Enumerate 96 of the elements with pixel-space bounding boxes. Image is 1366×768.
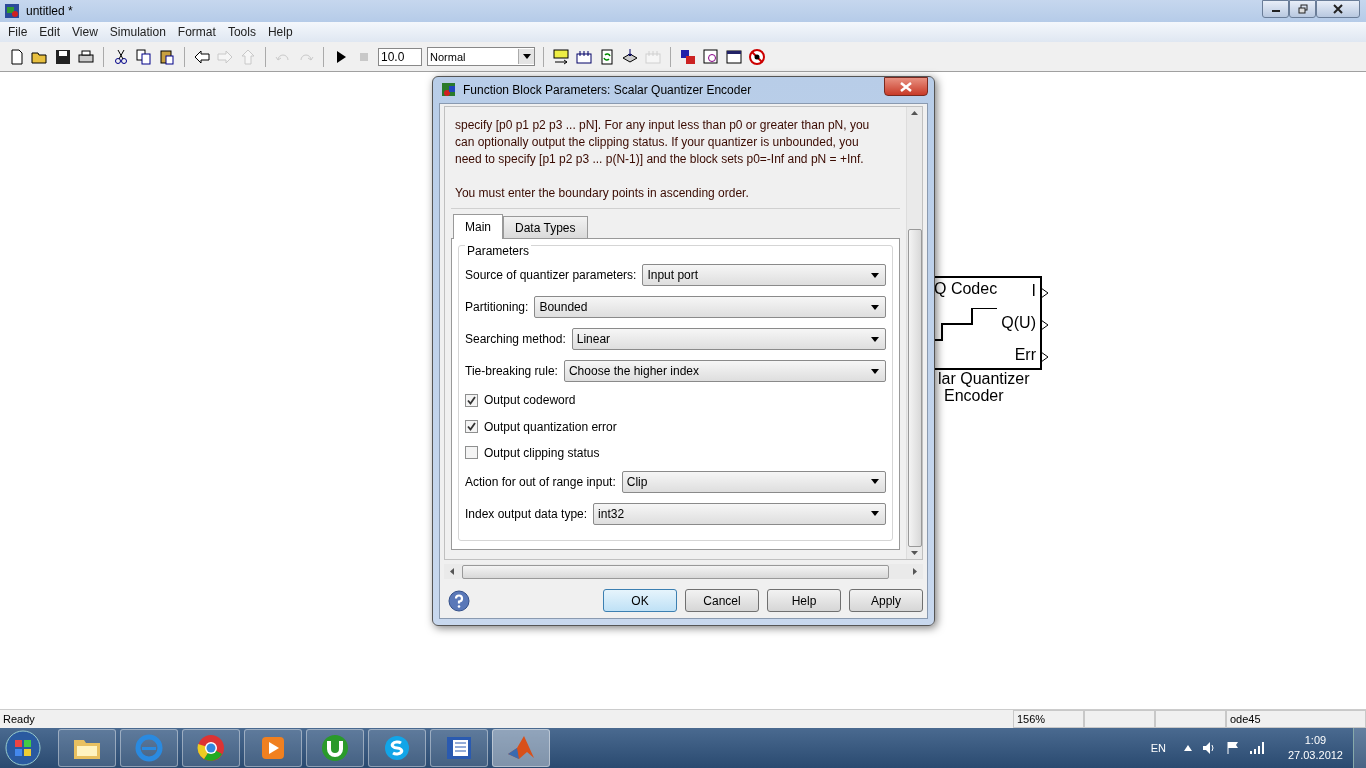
dialog-title: Function Block Parameters: Scalar Quantizer Encoder: [463, 83, 752, 97]
caret-icon: [871, 511, 879, 517]
copy-icon[interactable]: [135, 47, 153, 66]
close-icon: [1333, 4, 1343, 14]
scroll-down-icon[interactable]: [911, 551, 918, 555]
taskbar-button[interactable]: [120, 729, 178, 767]
scroll-right-icon[interactable]: [913, 568, 917, 575]
checkbox-label: Output clipping status: [484, 445, 600, 460]
print-icon[interactable]: [77, 47, 95, 66]
description-text: specify [p0 p1 p2 p3 ... pN]. For any input less than p0 or greater than pN, you can optionally output the clipping status. If your quantizer is unbounded, you need to specify [p1 p2 p3 ... p(N-1)] and the block sets p0=-Inf and pN = +Inf.: [455, 117, 871, 168]
dropdown[interactable]: int32: [593, 502, 886, 525]
dialog-button[interactable]: Help: [767, 589, 841, 612]
language-indicator[interactable]: EN: [1150, 742, 1166, 754]
close-icon: [900, 81, 912, 92]
cut-icon[interactable]: [112, 47, 130, 66]
menu-item[interactable]: Simulation: [103, 25, 172, 39]
group-title: Parameters: [465, 244, 532, 258]
block-icon: [441, 82, 457, 98]
field-label: Tie-breaking rule:: [465, 364, 558, 379]
block-label: lar Quantizer: [938, 370, 1030, 387]
field-label: Index output data type:: [465, 506, 588, 521]
field-label: Action for out of range input:: [465, 474, 616, 489]
simulation-mode-dropdown[interactable]: Normal: [427, 47, 535, 66]
refresh-icon[interactable]: [598, 47, 616, 66]
dropdown[interactable]: Clip: [621, 470, 886, 493]
taskbar-button[interactable]: [182, 729, 240, 767]
close-button[interactable]: [884, 77, 928, 96]
window-icon[interactable]: [725, 47, 743, 66]
menu-item[interactable]: View: [66, 25, 104, 39]
menu-item[interactable]: Format: [171, 25, 222, 39]
tab[interactable]: Main: [453, 214, 503, 239]
scroll-up-icon[interactable]: [911, 111, 918, 115]
taskbar-button[interactable]: [430, 729, 488, 767]
dialog-button[interactable]: OK: [603, 589, 677, 612]
start-button[interactable]: [4, 729, 42, 767]
signal-icon[interactable]: [1249, 742, 1266, 754]
dropdown[interactable]: Bounded: [534, 296, 886, 319]
solver-name: ode45: [1226, 710, 1366, 728]
browser-icon: [195, 732, 227, 764]
field-label: Partitioning:: [465, 300, 529, 315]
menu-item[interactable]: Help: [261, 25, 299, 39]
close-button[interactable]: [1316, 0, 1360, 18]
help-icon[interactable]: [448, 589, 470, 612]
window-title: untitled *: [26, 4, 74, 18]
caret-icon: [871, 304, 879, 310]
menu-item[interactable]: Tools: [221, 25, 262, 39]
port-label: Q(U): [1001, 314, 1036, 332]
taskbar-button[interactable]: [244, 729, 302, 767]
checkbox[interactable]: [465, 393, 478, 407]
port-label: I: [1031, 282, 1036, 300]
caret-icon: [871, 479, 879, 485]
dropdown[interactable]: Input port: [642, 264, 886, 286]
dialog-button[interactable]: Apply: [849, 589, 923, 612]
blocks-icon[interactable]: [679, 47, 697, 66]
save-icon[interactable]: [54, 47, 72, 66]
speaker-icon[interactable]: [1201, 741, 1216, 755]
taskbar-button[interactable]: [492, 729, 550, 767]
caret-icon: [522, 54, 531, 59]
stop-time-field[interactable]: 10.0: [378, 47, 422, 66]
vertical-scrollbar[interactable]: [906, 107, 922, 559]
menu-item[interactable]: File: [2, 25, 34, 39]
menu-item[interactable]: Edit: [33, 25, 67, 39]
caret-icon: [871, 368, 879, 374]
checkbox-label: Output codeword: [484, 393, 576, 408]
port-label: Err: [1014, 346, 1036, 364]
horizontal-scrollbar[interactable]: [444, 564, 923, 579]
torrent-icon: [319, 732, 351, 764]
dropdown[interactable]: Linear: [571, 328, 886, 351]
minimize-button[interactable]: [1262, 0, 1289, 18]
caret-icon: [871, 272, 879, 278]
model-icon: [4, 3, 20, 19]
taskbar-button[interactable]: [368, 729, 426, 767]
checkbox[interactable]: [465, 420, 478, 433]
taskbar-button[interactable]: [306, 729, 364, 767]
description-text: You must enter the boundary points in ascending order.: [455, 185, 750, 202]
checkbox-label: Output quantization error: [484, 419, 617, 434]
scroll-left-icon[interactable]: [450, 568, 454, 575]
dropdown[interactable]: Choose the higher index: [563, 360, 886, 383]
new-file-icon[interactable]: [8, 47, 26, 66]
flag-icon[interactable]: [1225, 741, 1240, 755]
checkbox[interactable]: [465, 446, 478, 460]
clock[interactable]: 1:09 27.03.2012: [1287, 733, 1343, 763]
status-message: Ready: [2, 712, 36, 727]
taskbar-button[interactable]: [58, 729, 116, 767]
block-label: Encoder: [943, 387, 1005, 404]
paste-icon[interactable]: [158, 47, 176, 66]
block-title: Q Codec: [934, 280, 998, 298]
zoom-level: 156%: [1013, 710, 1084, 728]
tab[interactable]: Data Types: [503, 216, 588, 238]
restore-icon: [1297, 4, 1308, 14]
field-label: Source of quantizer parameters:: [465, 268, 637, 282]
field-label: Searching method:: [465, 332, 566, 347]
restore-button[interactable]: [1289, 0, 1316, 18]
dialog-button[interactable]: Cancel: [685, 589, 759, 612]
caret-icon[interactable]: [1183, 745, 1192, 751]
caret-icon: [871, 336, 879, 342]
